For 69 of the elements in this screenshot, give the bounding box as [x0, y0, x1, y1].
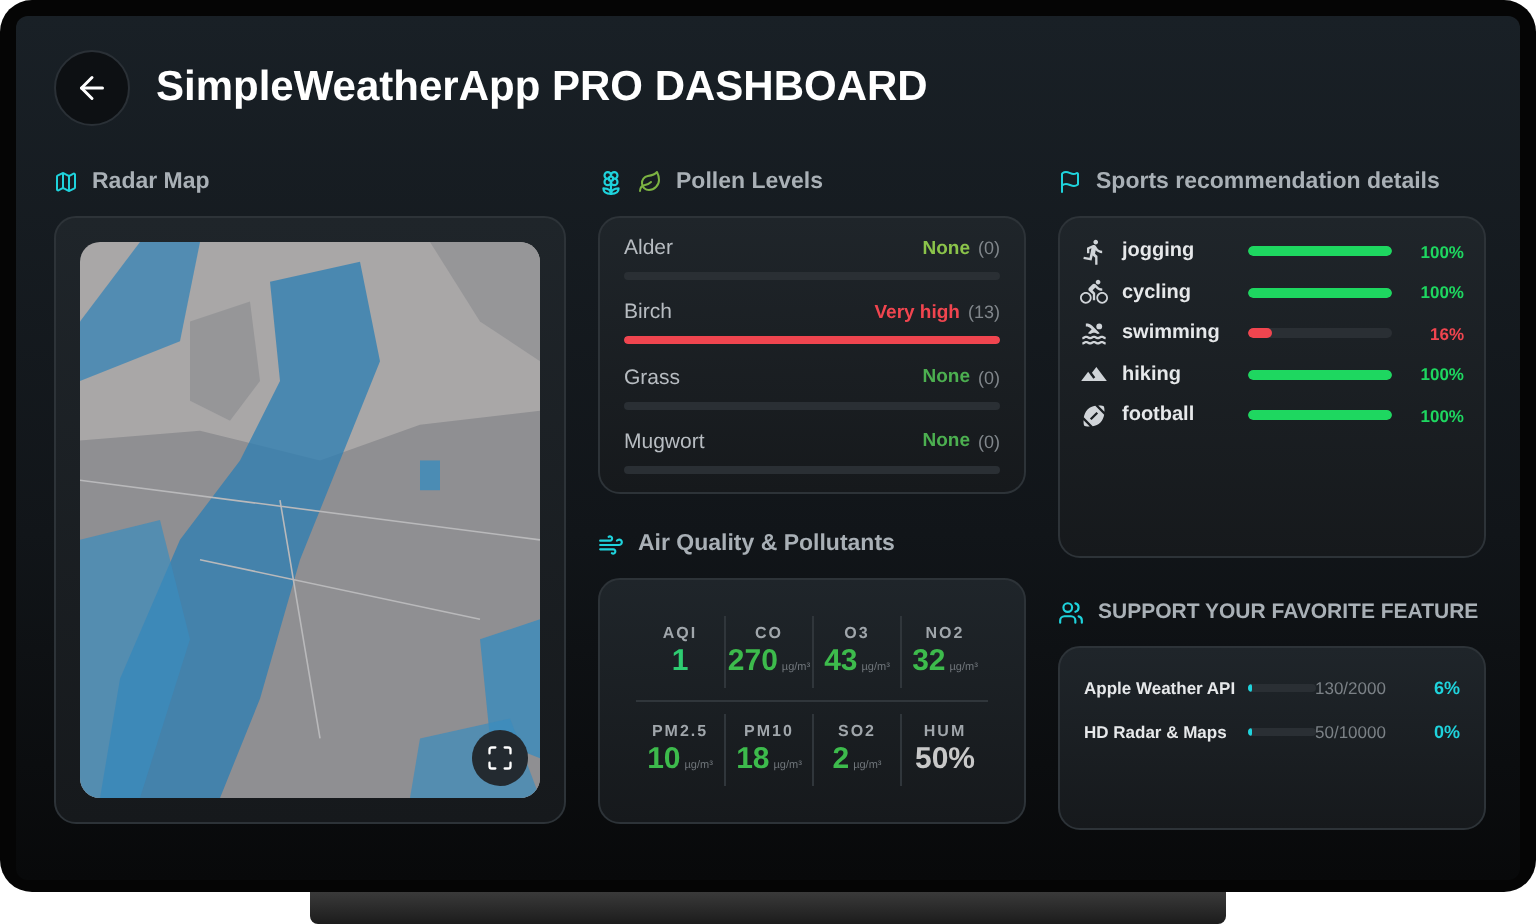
- sport-bar: [1248, 246, 1392, 257]
- feature-bar: [1247, 683, 1315, 692]
- sport-percent: 100%: [1420, 282, 1464, 303]
- sport-name: swimming: [1122, 322, 1222, 345]
- fullscreen-icon: [486, 744, 514, 772]
- sport-percent: 100%: [1420, 241, 1464, 262]
- sport-bar: [1248, 410, 1392, 421]
- sport-bar: [1248, 328, 1392, 339]
- pollen-name: Grass: [624, 365, 683, 390]
- feature-bar: [1247, 728, 1315, 737]
- pollutant-value: 1: [671, 644, 689, 679]
- sport-name: cycling: [1122, 281, 1193, 304]
- vote-count: 50/10000: [1315, 722, 1386, 743]
- bicycle-icon: [1080, 278, 1108, 307]
- section-title: Radar Map: [92, 170, 210, 194]
- pollutant-label: CO: [755, 624, 783, 643]
- football-icon: [1080, 401, 1108, 430]
- sport-bar: [1248, 287, 1392, 298]
- users-icon: [1058, 599, 1084, 625]
- pollutant-label: NO2: [925, 624, 965, 643]
- pollen-rating: Very high: [874, 301, 960, 324]
- section-title: Sports recommendation details: [1096, 170, 1440, 194]
- pollutant-label: PM2.5: [651, 722, 709, 741]
- pollen-name: Mugwort: [624, 429, 707, 454]
- pollutant-label: PM10: [744, 722, 794, 741]
- pollutant-label: AQI: [662, 624, 698, 643]
- feature-percent: 0%: [1431, 722, 1460, 743]
- pollen-name: Alder: [624, 236, 676, 260]
- sport-name: hiking: [1122, 363, 1183, 386]
- section-title: SUPPORT YOUR FAVORITE FEATURE: [1098, 600, 1479, 624]
- pollen-rating: None: [922, 237, 970, 259]
- flag-icon: [1058, 170, 1082, 194]
- pollutant-value: 18: [736, 742, 770, 777]
- pollutant-value: 270: [727, 644, 778, 679]
- wind-icon: [598, 531, 624, 557]
- pollutant-label: O3: [844, 624, 870, 643]
- swimmer-icon: [1080, 319, 1108, 348]
- pollutant-value: 43: [824, 644, 858, 679]
- map-icon: [54, 170, 78, 194]
- pollutant-value: 32: [912, 644, 946, 679]
- pollen-rating: None: [922, 430, 970, 453]
- feature-percent: 6%: [1431, 677, 1460, 698]
- sport-percent: 16%: [1429, 323, 1464, 344]
- sport-name: football: [1122, 404, 1197, 427]
- section-title: Air Quality & Pollutants: [638, 532, 895, 556]
- pollen-rating: None: [922, 366, 970, 389]
- pollutant-label: SO2: [837, 722, 876, 741]
- pollen-count: (13): [967, 302, 1000, 323]
- sport-percent: 100%: [1420, 364, 1464, 385]
- pollutant-value: 10: [647, 742, 681, 777]
- sport-bar: [1248, 369, 1392, 380]
- sport-name: jogging: [1122, 240, 1197, 263]
- feature-name: HD Radar & Maps: [1084, 722, 1229, 743]
- pollutant-label: HUM: [923, 722, 967, 741]
- page-title: SimpleWeatherApp PRO DASHBOARD: [156, 64, 928, 112]
- pollen-count: (0): [978, 367, 1000, 388]
- feature-name: Apple Weather API: [1084, 677, 1238, 698]
- section-title: Pollen Levels: [676, 170, 824, 194]
- back-button[interactable]: [54, 50, 130, 126]
- pollen-count: (0): [978, 238, 1000, 258]
- pollen-count: (0): [978, 431, 1000, 452]
- sport-percent: 100%: [1420, 405, 1464, 426]
- pollutant-value: 50%: [914, 742, 976, 777]
- vote-count: 130/2000: [1315, 677, 1386, 698]
- flower-icon: [598, 169, 624, 195]
- pollutant-value: 2: [832, 742, 850, 777]
- running-icon: [1080, 237, 1108, 266]
- leaf-icon: [638, 170, 662, 194]
- pollen-name: Birch: [624, 300, 674, 325]
